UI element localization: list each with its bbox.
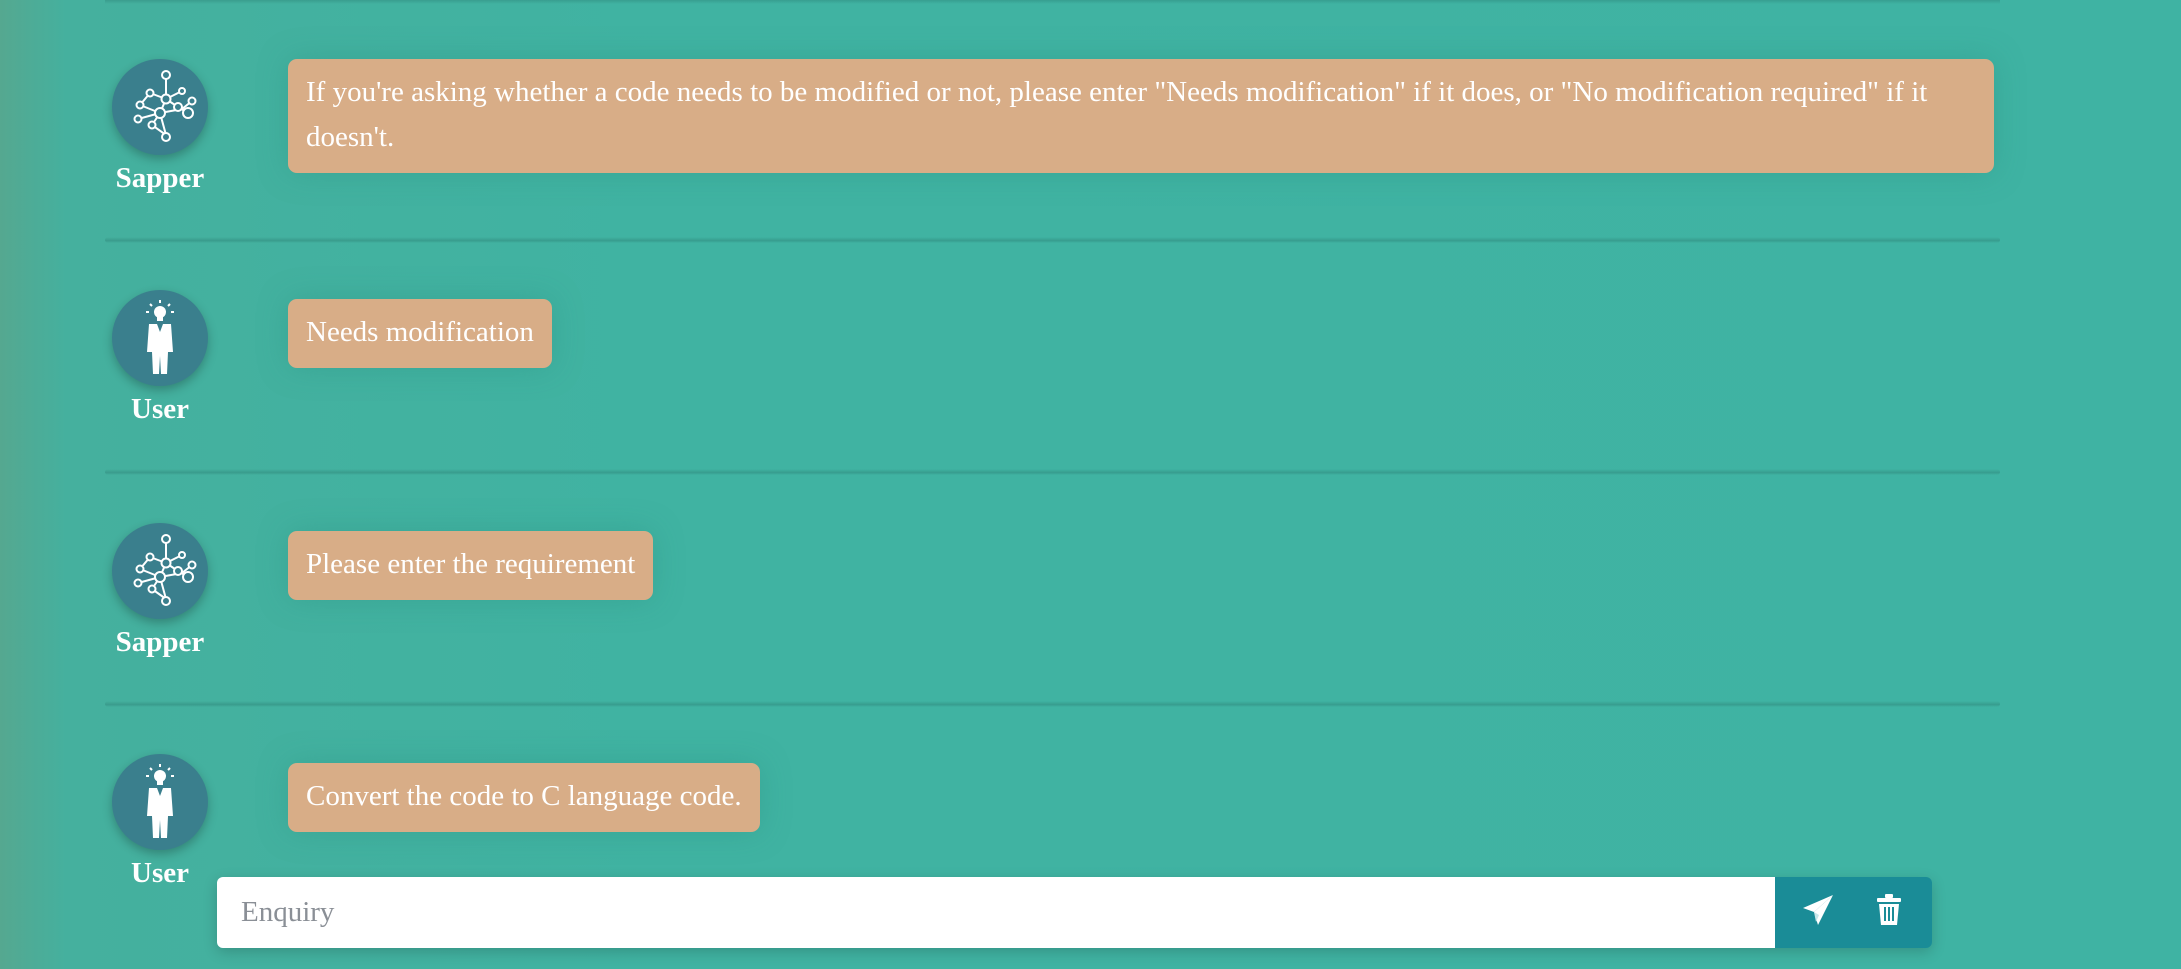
message-bubble: If you're asking whether a code needs to…: [288, 59, 1994, 173]
message-author: Sapper: [105, 59, 215, 195]
chat-message: User Needs modification: [105, 243, 2000, 475]
message-role: User: [131, 393, 189, 425]
message-bubble: Please enter the requirement: [288, 531, 654, 600]
message-author: User: [105, 290, 215, 426]
avatar: [112, 290, 208, 386]
message-role: Sapper: [115, 626, 205, 658]
top-divider: [105, 0, 2000, 4]
trash-icon: [1875, 894, 1903, 931]
send-icon: [1800, 892, 1836, 933]
message-composer: [217, 877, 1932, 948]
clear-button[interactable]: [1861, 885, 1917, 941]
message-author: User: [105, 754, 215, 890]
chat-message: Sapper Please enter the requirement: [105, 475, 2000, 707]
avatar: [112, 523, 208, 619]
enquiry-input[interactable]: [217, 877, 1775, 948]
chat-message: Sapper If you're asking whether a code n…: [105, 11, 2000, 243]
network-graph-icon: [116, 63, 204, 151]
user-lightbulb-icon: [130, 298, 190, 378]
message-bubble: Needs modification: [288, 299, 552, 368]
avatar: [112, 754, 208, 850]
avatar: [112, 59, 208, 155]
message-role: User: [131, 857, 189, 889]
message-role: Sapper: [115, 162, 205, 194]
user-lightbulb-icon: [130, 762, 190, 842]
message-author: Sapper: [105, 523, 215, 659]
message-bubble: Convert the code to C language code.: [288, 763, 760, 832]
composer-actions: [1775, 877, 1932, 948]
send-button[interactable]: [1790, 885, 1846, 941]
network-graph-icon: [116, 527, 204, 615]
